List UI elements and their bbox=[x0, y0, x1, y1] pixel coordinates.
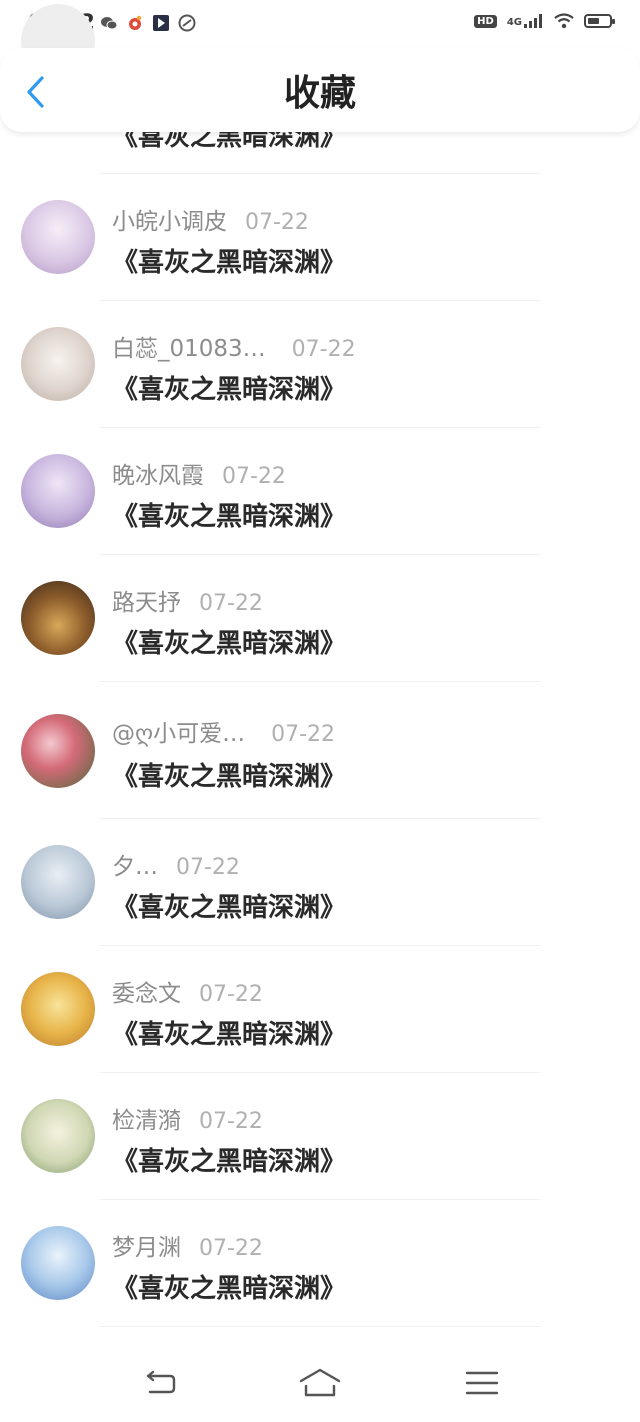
item-title: 《喜灰之黑暗深渊》 bbox=[112, 893, 347, 923]
link-app-icon bbox=[178, 14, 196, 32]
item-date: 07-22 bbox=[222, 464, 286, 489]
item-meta: 小皖小调皮 07-22 bbox=[112, 202, 309, 236]
avatar[interactable] bbox=[21, 972, 95, 1046]
status-indicators: HD 4G bbox=[474, 13, 615, 29]
username: 委念文 bbox=[112, 981, 181, 1007]
item-title: 《喜灰之黑暗深渊》 bbox=[112, 1020, 347, 1050]
item-title: 《喜灰之黑暗深渊》 bbox=[112, 248, 347, 278]
menu-nav-icon[interactable] bbox=[462, 1366, 502, 1400]
divider bbox=[100, 1326, 540, 1327]
list-item[interactable]: 委念文 07-22 《喜灰之黑暗深渊》 bbox=[0, 946, 640, 1073]
username: 检清漪 bbox=[112, 1108, 181, 1134]
item-meta: 委念文 07-22 bbox=[112, 974, 263, 1008]
item-date: 07-22 bbox=[199, 1236, 263, 1261]
weibo-icon bbox=[129, 15, 142, 30]
list-item[interactable]: 白蕊_01083… 07-22 《喜灰之黑暗深渊》 bbox=[0, 301, 640, 428]
item-date: 07-22 bbox=[291, 337, 356, 362]
item-title: 《喜灰之黑暗深渊》 bbox=[112, 1147, 347, 1177]
item-title: 《喜灰之黑暗深渊》 bbox=[112, 762, 347, 792]
item-meta: 梦月渊 07-22 bbox=[112, 1228, 263, 1262]
item-title: 《喜灰之黑暗深渊》 bbox=[112, 629, 347, 659]
wechat-icon bbox=[101, 17, 118, 30]
video-app-icon bbox=[153, 15, 169, 31]
item-title: 《喜灰之黑暗深渊》 bbox=[112, 375, 347, 405]
home-nav-icon[interactable] bbox=[298, 1366, 342, 1400]
avatar[interactable] bbox=[21, 581, 95, 655]
back-nav-icon[interactable] bbox=[140, 1366, 180, 1400]
item-date: 07-22 bbox=[199, 1109, 263, 1134]
item-title: 《喜灰之黑暗深渊》 bbox=[112, 502, 347, 532]
notification-icons bbox=[100, 14, 196, 32]
avatar[interactable] bbox=[21, 1099, 95, 1173]
list-item[interactable]: @ღ小可爱… 07-22 《喜灰之黑暗深渊》 bbox=[0, 682, 640, 819]
item-meta: 晚冰风霞 07-22 bbox=[112, 456, 286, 490]
avatar[interactable] bbox=[21, 454, 95, 528]
item-date: 07-22 bbox=[176, 855, 240, 880]
username: @ღ小可爱… bbox=[112, 721, 246, 747]
item-date: 07-22 bbox=[271, 722, 336, 747]
avatar[interactable] bbox=[21, 714, 95, 788]
list-item[interactable]: 夕… 07-22 《喜灰之黑暗深渊》 bbox=[0, 819, 640, 946]
username: 晚冰风霞 bbox=[112, 463, 204, 489]
battery-level bbox=[588, 18, 599, 24]
item-meta: 白蕊_01083… 07-22 bbox=[112, 329, 356, 363]
status-bar: 02:22 HD 4G bbox=[0, 0, 640, 52]
username: 梦月渊 bbox=[112, 1235, 181, 1261]
item-meta: 夕… 07-22 bbox=[112, 847, 240, 881]
list-item[interactable]: 晚冰风霞 07-22 《喜灰之黑暗深渊》 bbox=[0, 428, 640, 555]
favorites-list[interactable]: 《喜灰之黑暗深渊》 小皖小调皮 07-22 《喜灰之黑暗深渊》 白蕊_01083… 07… bbox=[0, 4, 640, 1327]
username: 白蕊_01083… bbox=[112, 336, 266, 362]
list-item[interactable]: 检清漪 07-22 《喜灰之黑暗深渊》 bbox=[0, 1073, 640, 1200]
list-item[interactable]: 路天抒 07-22 《喜灰之黑暗深渊》 bbox=[0, 555, 640, 682]
bottom-nav-bar bbox=[0, 1336, 640, 1422]
nav-header: 收藏 bbox=[0, 48, 640, 132]
avatar[interactable] bbox=[21, 845, 95, 919]
hd-badge: HD bbox=[474, 14, 497, 28]
item-date: 07-22 bbox=[199, 591, 263, 616]
item-date: 07-22 bbox=[245, 210, 309, 235]
network-type: 4G bbox=[506, 17, 522, 28]
username: 夕… bbox=[112, 854, 158, 880]
item-title: 《喜灰之黑暗深渊》 bbox=[112, 1274, 347, 1304]
username: 路天抒 bbox=[112, 590, 181, 616]
username: 小皖小调皮 bbox=[112, 209, 227, 235]
item-date: 07-22 bbox=[199, 982, 263, 1007]
item-meta: @ღ小可爱… 07-22 bbox=[112, 714, 335, 748]
item-meta: 检清漪 07-22 bbox=[112, 1101, 263, 1135]
battery-icon bbox=[584, 14, 615, 28]
list-item[interactable]: 梦月渊 07-22 《喜灰之黑暗深渊》 bbox=[0, 1200, 640, 1327]
signal-icon bbox=[524, 14, 542, 28]
page-title: 收藏 bbox=[283, 73, 356, 114]
avatar[interactable] bbox=[21, 200, 95, 274]
avatar[interactable] bbox=[21, 1226, 95, 1300]
list-item[interactable]: 小皖小调皮 07-22 《喜灰之黑暗深渊》 bbox=[0, 174, 640, 301]
avatar[interactable] bbox=[21, 327, 95, 401]
item-meta: 路天抒 07-22 bbox=[112, 583, 263, 617]
wifi-icon bbox=[554, 13, 574, 29]
